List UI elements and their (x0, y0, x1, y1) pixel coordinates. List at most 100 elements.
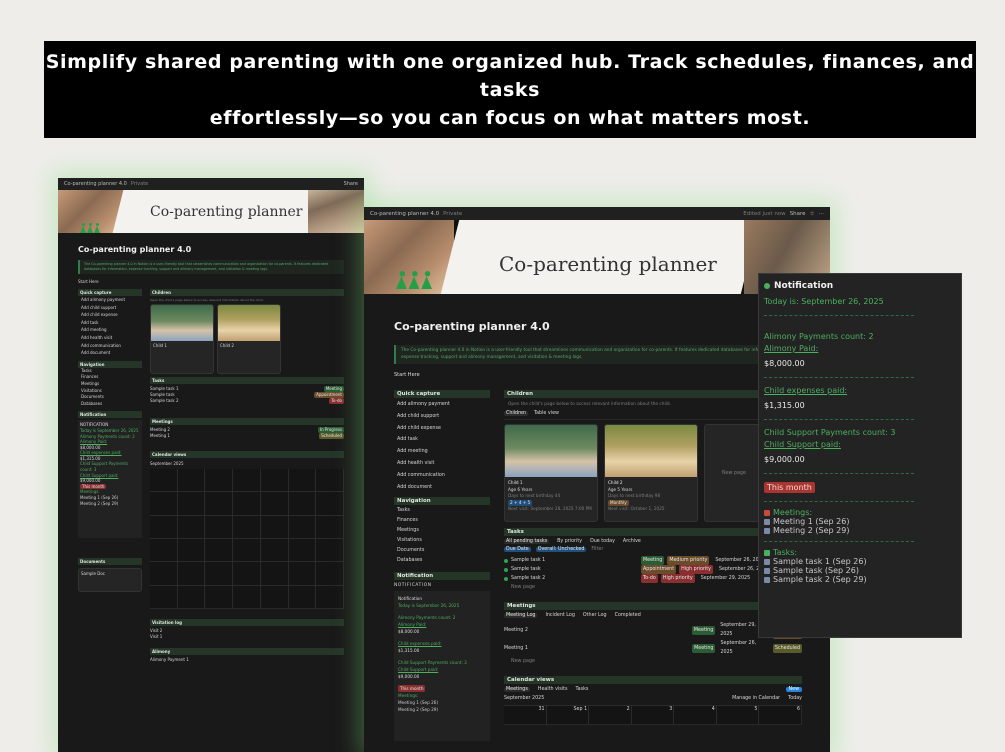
back-start-here[interactable]: Start Here (78, 279, 344, 284)
filter-add[interactable]: Filter (591, 547, 603, 552)
back-visit-row[interactable]: Visit 1 (150, 634, 344, 640)
panel-meeting-item[interactable]: Meeting 1 (Sep 26) (764, 517, 956, 526)
back-navigation-heading: Navigation (78, 360, 142, 368)
qc-add-child-support[interactable]: Add child support (397, 411, 490, 423)
panel-this-month: This month (764, 482, 815, 493)
calendar-new-button[interactable]: New (785, 687, 802, 692)
calendar-today[interactable]: Today (788, 696, 802, 701)
meetings-new-page[interactable]: New page (504, 657, 802, 666)
tab-cal-health[interactable]: Health visits (538, 687, 568, 692)
back-qc-item[interactable]: Add child support (81, 304, 142, 312)
calendar-day[interactable]: Sep 1 (546, 706, 590, 725)
front-breadcrumb[interactable]: Co-parenting planner 4.0 (370, 211, 439, 217)
panel-meeting-item[interactable]: Meeting 2 (Sep 29) (764, 526, 956, 535)
more-icon[interactable]: ⋯ (819, 211, 825, 217)
tab-completed[interactable]: Completed (615, 613, 641, 618)
tab-cal-tasks[interactable]: Tasks (576, 687, 589, 692)
qc-add-meeting[interactable]: Add meeting (397, 446, 490, 458)
qc-add-communication[interactable]: Add communication (397, 470, 490, 482)
back-children-hint: Open the child's page below to access re… (150, 298, 264, 302)
task-type: Appointment (641, 565, 677, 574)
back-visitation-heading: Visitation log (150, 619, 344, 626)
back-task-row[interactable]: Sample task 2 (150, 398, 179, 404)
tab-incident-log[interactable]: Incident Log (545, 613, 574, 618)
check-icon[interactable] (504, 576, 508, 581)
tab-meeting-log[interactable]: Meeting Log (504, 613, 538, 618)
back-child-card-2[interactable]: Child 2 (217, 304, 281, 374)
back-qc-item[interactable]: Add communication (81, 342, 142, 350)
panel-task-item[interactable]: Sample task 1 (Sep 26) (764, 557, 956, 566)
back-nav-item[interactable]: Documents (81, 394, 142, 401)
back-qc-item[interactable]: Add meeting (81, 326, 142, 334)
calendar-day[interactable]: 2 (589, 706, 632, 725)
back-alimony-row[interactable]: Alimony Payment 1 (150, 657, 344, 662)
back-nav-item[interactable]: Databases (81, 401, 142, 408)
back-qc-item[interactable]: Add document (81, 349, 142, 357)
panel-task-text: Sample task 2 (Sep 29) (773, 575, 867, 584)
filter-overall[interactable]: Overall: Unchecked (535, 547, 587, 552)
front-navigation-list: Tasks Finances Meetings Visitations Docu… (394, 506, 490, 566)
back-doc-name: Sample Doc (81, 571, 105, 577)
back-breadcrumb[interactable]: Co-parenting planner 4.0 (64, 181, 127, 187)
tab-cal-meetings[interactable]: Meetings (504, 687, 530, 692)
qc-add-alimony[interactable]: Add alimony payment (397, 399, 490, 411)
tab-table-view[interactable]: Table view (534, 411, 559, 416)
task-name: Sample task 2 (511, 576, 546, 581)
task-priority: High priority (660, 574, 695, 583)
back-child-1-name: Child 1 (153, 343, 167, 348)
front-start-here[interactable]: Start Here (394, 372, 802, 378)
back-nav-item[interactable]: Tasks (81, 368, 142, 375)
nav-visitations[interactable]: Visitations (397, 536, 490, 546)
front-notif-alimony-count: Alimony Payments count: 2 (398, 615, 456, 621)
child-card-2[interactable]: Child 2 Age 5 Years Days to next birthda… (604, 424, 698, 522)
calendar-day[interactable]: 3 (631, 706, 675, 725)
back-child-card-1[interactable]: Child 1 (150, 304, 214, 374)
qc-add-health-visit[interactable]: Add health visit (397, 458, 490, 470)
qc-add-document[interactable]: Add document (397, 482, 490, 494)
back-nav-item[interactable]: Meetings (81, 381, 142, 388)
calendar-day[interactable]: 4 (674, 706, 717, 725)
filter-due-date[interactable]: Due Date (504, 547, 531, 552)
back-nav-item[interactable]: Finances (81, 374, 142, 381)
nav-meetings[interactable]: Meetings (397, 526, 490, 536)
qc-add-child-expense[interactable]: Add child expense (397, 423, 490, 435)
qc-add-task[interactable]: Add task (397, 434, 490, 446)
back-meeting-row[interactable]: Meeting 1 (150, 433, 170, 439)
back-share-button[interactable]: Share (344, 181, 358, 187)
meeting-row[interactable]: Meeting 1 Meeting September 26, 2025 Sch… (504, 639, 802, 657)
panel-task-item[interactable]: Sample task 2 (Sep 29) (764, 575, 956, 584)
tab-other-log[interactable]: Other Log (583, 613, 607, 618)
nav-finances[interactable]: Finances (397, 516, 490, 526)
back-qc-item[interactable]: Add child expense (81, 311, 142, 319)
tab-children[interactable]: Children (504, 411, 528, 416)
tab-all-pending[interactable]: All pending tasks (504, 539, 550, 544)
calendar-day[interactable]: 6 (759, 706, 802, 725)
star-icon[interactable]: ☆ (810, 211, 815, 217)
front-quick-capture-heading: Quick capture (394, 390, 490, 398)
back-doc-card[interactable]: Sample Doc (78, 568, 142, 593)
nav-tasks[interactable]: Tasks (397, 506, 490, 516)
tab-by-priority[interactable]: By priority (557, 539, 582, 544)
panel-task-item[interactable]: Sample task (Sep 26) (764, 566, 956, 575)
manage-in-calendar[interactable]: Manage in Calendar (732, 696, 780, 701)
nav-databases[interactable]: Databases (397, 556, 490, 566)
nav-documents[interactable]: Documents (397, 546, 490, 556)
check-icon[interactable] (504, 558, 508, 563)
panel-divider (764, 315, 914, 316)
calendar-day[interactable]: 31 (504, 706, 547, 725)
check-icon[interactable] (504, 567, 508, 572)
calendar-day[interactable]: 5 (716, 706, 760, 725)
back-nav-item[interactable]: Visitations (81, 388, 142, 395)
tab-due-today[interactable]: Due today (590, 539, 615, 544)
back-qc-item[interactable]: Add task (81, 319, 142, 327)
front-notif-support-value: $9,000.00 (398, 674, 420, 680)
child-card-1[interactable]: Child 1 Age 6 Years Days to next birthda… (504, 424, 598, 522)
back-qc-item[interactable]: Add alimony payment (81, 296, 142, 304)
back-calendar-grid (150, 469, 344, 609)
task-priority: High priority (679, 565, 713, 574)
new-child-card[interactable]: New page (704, 424, 764, 522)
front-share-button[interactable]: Share (790, 211, 806, 217)
back-qc-item[interactable]: Add health visit (81, 334, 142, 342)
panel-divider (764, 419, 914, 420)
tab-archive[interactable]: Archive (623, 539, 641, 544)
